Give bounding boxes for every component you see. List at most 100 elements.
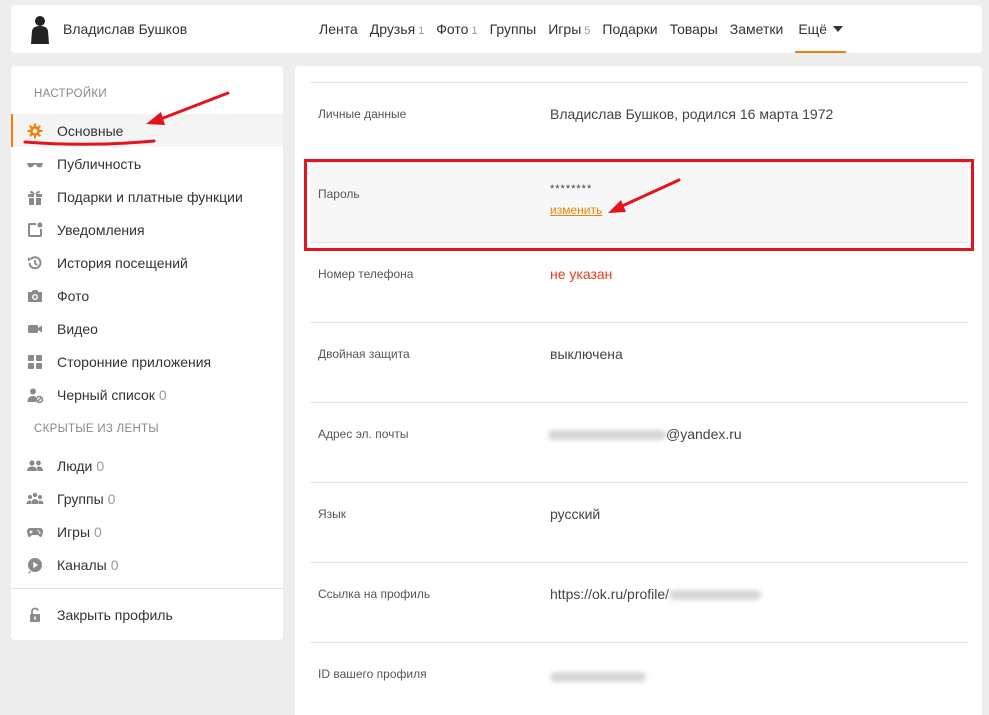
- sidebar-item-video[interactable]: Видео: [11, 312, 283, 345]
- glasses-icon: [27, 162, 43, 167]
- sidebar-item-apps[interactable]: Сторонние приложения: [11, 345, 283, 378]
- nav-label: Друзья: [369, 21, 416, 37]
- sidebar-item-hidden-people[interactable]: Люди 0: [11, 449, 283, 482]
- nav-label: Товары: [669, 21, 718, 37]
- sidebar-item-blacklist[interactable]: Черный список 0: [11, 378, 283, 411]
- gear-icon: [27, 123, 43, 138]
- sidebar-item-gifts[interactable]: Подарки и платные функции: [11, 180, 283, 213]
- sidebar-item-count: 0: [107, 490, 116, 507]
- settings-sidebar: НАСТРОЙКИ Основные Публичность Подарки и…: [11, 66, 283, 640]
- email-value: @yandex.ru: [548, 426, 742, 442]
- channel-icon: [28, 557, 42, 573]
- settings-row-profile-link[interactable]: Ссылка на профиль https://ok.ru/profile/: [310, 562, 968, 642]
- nav-products[interactable]: Товары: [670, 5, 718, 53]
- row-label: Язык: [318, 507, 347, 521]
- sidebar-item-history[interactable]: История посещений: [11, 246, 283, 279]
- nav-count: 1: [471, 25, 478, 37]
- email-domain: @yandex.ru: [666, 426, 742, 442]
- sidebar-item-label: Группы: [57, 490, 104, 507]
- row-label: Личные данные: [318, 107, 407, 121]
- sidebar-item-count: 0: [94, 523, 102, 540]
- top-bar: Владислав Бушков Лента Друзья 1 Фото 1 Гру…: [11, 5, 982, 53]
- hidden-section-title: СКРЫТЫЕ ИЗ ЛЕНТЫ: [34, 423, 159, 435]
- row-value: Владислав Бушков, родился 16 марта 1972: [550, 106, 834, 122]
- notification-icon: [28, 222, 43, 237]
- sidebar-item-hidden-groups[interactable]: Группы 0: [11, 482, 283, 515]
- sidebar-item-label: Люди: [57, 457, 93, 474]
- sidebar-item-label: Видео: [57, 320, 98, 337]
- row-value: выключена: [550, 346, 623, 362]
- sidebar-item-hidden-channels[interactable]: Каналы 0: [11, 548, 283, 581]
- nav-feed[interactable]: Лента: [319, 5, 358, 53]
- nav-gifts[interactable]: Подарки: [602, 5, 657, 53]
- top-navigation: Лента Друзья 1 Фото 1 Группы Игры 5 Подарки…: [319, 5, 858, 53]
- nav-count: 1: [418, 25, 425, 37]
- profile-link-prefix: https://ok.ru/profile/: [550, 586, 670, 602]
- history-icon: [28, 255, 42, 269]
- user-name: Владислав Бушков: [63, 21, 188, 37]
- sidebar-item-label: Фото: [57, 287, 90, 304]
- settings-row-phone[interactable]: Номер телефона не указан: [310, 242, 968, 322]
- profile-id-value: [550, 668, 646, 684]
- sidebar-item-count: 0: [110, 556, 119, 573]
- sidebar-item-publicity[interactable]: Публичность: [11, 147, 283, 180]
- row-label: Адрес эл. почты: [318, 427, 409, 441]
- sidebar-item-label: Игры: [57, 523, 91, 540]
- sidebar-item-label: Уведомления: [57, 221, 145, 238]
- nav-friends[interactable]: Друзья 1: [370, 5, 425, 53]
- sidebar-item-label: Закрыть профиль: [57, 606, 173, 623]
- caret-down-icon: [833, 26, 843, 32]
- camera-icon: [28, 289, 42, 302]
- annotation-highlight-box: [304, 159, 974, 251]
- sidebar-item-label: Каналы: [57, 556, 107, 573]
- user-profile-link[interactable]: Владислав Бушков: [29, 5, 187, 53]
- settings-row-twofactor[interactable]: Двойная защита выключена: [310, 322, 968, 402]
- nav-groups[interactable]: Группы: [490, 5, 537, 53]
- sidebar-divider: [11, 588, 283, 589]
- nav-label: Игры: [548, 21, 582, 37]
- nav-label: Ещё: [798, 21, 827, 37]
- sidebar-item-main[interactable]: Основные: [11, 114, 283, 147]
- sidebar-item-hidden-games[interactable]: Игры 0: [11, 515, 283, 548]
- row-label: Номер телефона: [318, 267, 414, 281]
- sidebar-item-label: История посещений: [57, 254, 188, 271]
- sidebar-item-label: Публичность: [57, 155, 142, 172]
- nav-photo[interactable]: Фото 1: [436, 5, 477, 53]
- nav-notes[interactable]: Заметки: [730, 5, 784, 53]
- nav-label: Лента: [319, 21, 358, 37]
- sidebar-item-count: 0: [96, 457, 105, 474]
- sidebar-item-label: Сторонние приложения: [57, 353, 212, 370]
- lock-open-icon: [30, 607, 40, 622]
- row-label: ID вашего профиля: [318, 667, 427, 681]
- nav-more[interactable]: Ещё: [795, 5, 846, 53]
- settings-section-title: НАСТРОЙКИ: [34, 88, 107, 100]
- sidebar-item-label: Подарки и платные функции: [57, 188, 243, 205]
- row-value: не указан: [550, 266, 613, 282]
- settings-row-profile-id[interactable]: ID вашего профиля: [310, 642, 968, 715]
- blurred-id: [550, 672, 646, 683]
- avatar-silhouette-icon: [31, 16, 49, 44]
- people-icon: [27, 459, 43, 471]
- apps-icon: [28, 354, 42, 369]
- nav-label: Группы: [489, 21, 537, 37]
- blurred-profile-id: [669, 590, 762, 601]
- sidebar-item-label: Основные: [57, 122, 124, 139]
- settings-row-personal[interactable]: Личные данные Владислав Бушков, родился …: [310, 82, 968, 162]
- nav-label: Фото: [436, 21, 469, 37]
- groups-icon: [26, 492, 44, 504]
- nav-label: Подарки: [602, 21, 658, 37]
- row-label: Двойная защита: [318, 347, 410, 361]
- settings-row-email[interactable]: Адрес эл. почты @yandex.ru: [310, 402, 968, 482]
- sidebar-item-count: 0: [158, 386, 167, 403]
- blacklist-icon: [27, 388, 44, 403]
- nav-games[interactable]: Игры 5: [548, 5, 590, 53]
- sidebar-item-photo[interactable]: Фото: [11, 279, 283, 312]
- row-value: русский: [550, 506, 601, 522]
- gamepad-icon: [27, 527, 43, 537]
- sidebar-item-notifications[interactable]: Уведомления: [11, 213, 283, 246]
- row-label: Ссылка на профиль: [318, 587, 431, 601]
- profile-link-value: https://ok.ru/profile/: [550, 586, 762, 602]
- close-profile-button[interactable]: Закрыть профиль: [11, 598, 283, 631]
- sidebar-item-label: Черный список: [57, 386, 155, 403]
- settings-row-language[interactable]: Язык русский: [310, 482, 968, 562]
